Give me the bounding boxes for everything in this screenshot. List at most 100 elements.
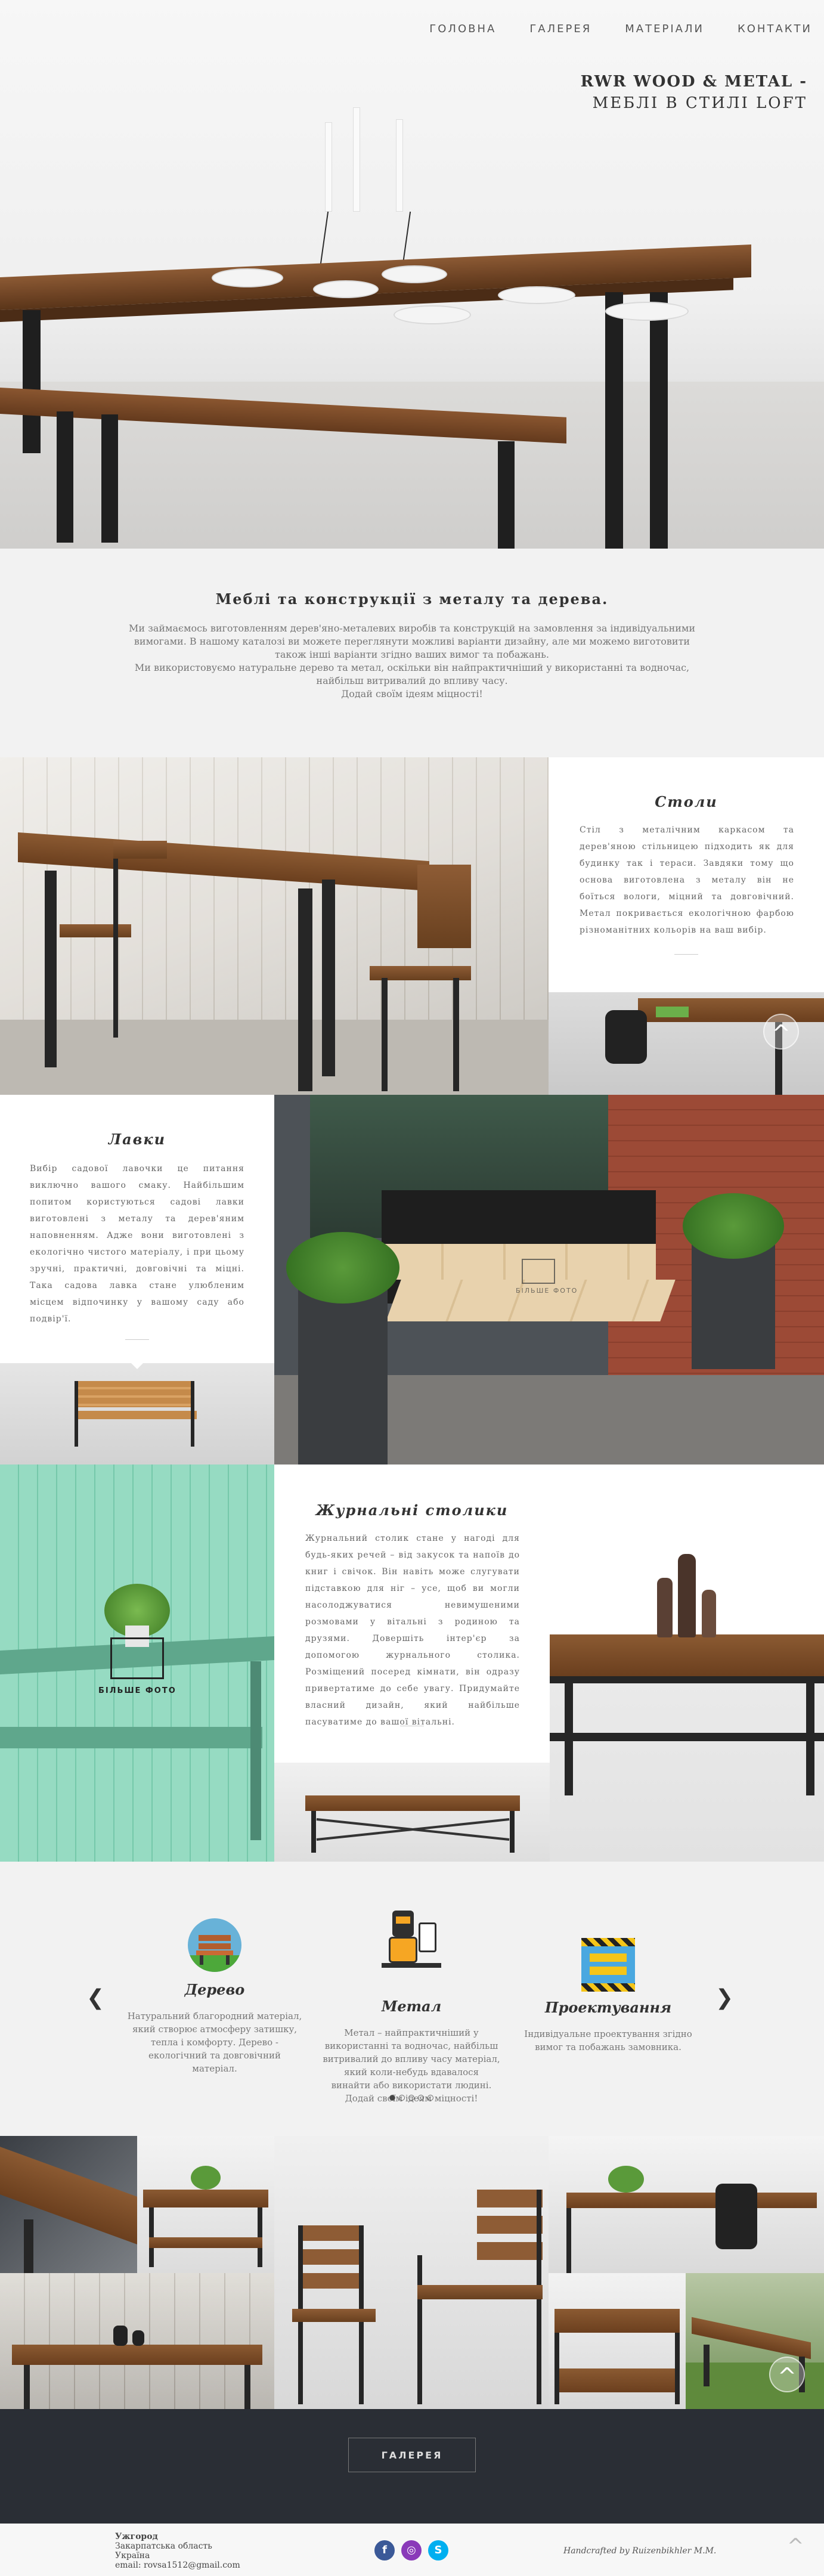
- intro-line: Ми використовуємо натуральне дерево та м…: [134, 662, 690, 673]
- candle: [396, 119, 403, 212]
- carousel-dot[interactable]: [408, 2095, 414, 2101]
- gallery-thumb[interactable]: ^: [686, 2273, 824, 2410]
- hero-title: RWR WOOD & METAL - МЕБЛІ В СТИЛІ LOFT: [581, 73, 807, 112]
- photo-garden-bench[interactable]: БІЛЬШЕ ФОТО: [274, 1095, 824, 1465]
- feature-design-title: Проектування: [544, 1999, 672, 2016]
- nav-materials[interactable]: МАТЕРІАЛИ: [625, 23, 704, 35]
- footer-region: Закарпатська область: [115, 2541, 212, 2551]
- footer-email[interactable]: email: rovsa1512@gmail.com: [115, 2560, 240, 2570]
- bench-leg: [498, 441, 515, 549]
- intro-heading: Меблі та конструкції з металу та дерева.: [215, 590, 609, 608]
- feature-text-line: витривалий до впливу часу матеріал,: [323, 2054, 500, 2064]
- bench-leg: [101, 414, 118, 543]
- feature-text-line: матеріал.: [192, 2063, 237, 2074]
- plate: [394, 305, 471, 324]
- feature-text-line: використанні та водночас, найбільш: [324, 2041, 498, 2051]
- photo-small-bench[interactable]: [0, 1363, 274, 1465]
- scroll-top-button[interactable]: ^: [763, 1014, 799, 1049]
- gallery-icon: [522, 1259, 555, 1284]
- feature-text-line: винайти або використати людині.: [331, 2080, 492, 2091]
- coffee-tables-card: Журнальні столики Журнальний столик стан…: [274, 1465, 550, 1763]
- carousel-dots: [382, 2092, 441, 2103]
- feature-text-line: тепла і комфорту. Дерево -: [151, 2037, 278, 2048]
- tables-card: Столи Стіл з металічним каркасом та дере…: [549, 757, 824, 992]
- gallery-thumb[interactable]: [0, 2273, 274, 2410]
- feature-text-line: вимог та побажань замовника.: [535, 2042, 681, 2052]
- photo-bar-table[interactable]: [0, 757, 549, 1095]
- scroll-top-button[interactable]: ^: [769, 2357, 805, 2392]
- footer-address: Ужгород Закарпатська область Україна ema…: [115, 2532, 240, 2570]
- bench-icon: [188, 1918, 241, 1972]
- instagram-icon[interactable]: ◎: [401, 2540, 422, 2560]
- intro-section: Меблі та конструкції з металу та дерева.…: [0, 549, 824, 757]
- facebook-icon[interactable]: f: [374, 2540, 395, 2560]
- feature-text-line: Метал – найпрактичніший у: [344, 2027, 479, 2038]
- photo-mint-table[interactable]: БІЛЬШЕ ФОТО: [0, 1465, 274, 1862]
- main-nav: ГОЛОВНА ГАЛЕРЕЯ МАТЕРІАЛИ КОНТАКТИ: [429, 23, 812, 35]
- divider: [674, 954, 698, 955]
- nav-contacts[interactable]: КОНТАКТИ: [738, 23, 812, 35]
- feature-text-line: екологічний та довговічний: [148, 2050, 281, 2061]
- feature-metal-title: Метал: [381, 1998, 442, 2015]
- photo-x-bench[interactable]: [274, 1763, 550, 1862]
- gallery-thumb[interactable]: [549, 2136, 824, 2273]
- coffee-tables-card-text: Журнальний столик стане у нагоді для буд…: [305, 1534, 520, 1727]
- footer: Ужгород Закарпатська область Україна ema…: [0, 2524, 824, 2576]
- plate: [498, 286, 575, 304]
- intro-line: Ми займаємось виготовленням дерев'яно-ме…: [128, 623, 696, 634]
- more-photos-label[interactable]: БІЛЬШЕ ФОТО: [98, 1686, 176, 1695]
- hero-title-line2: МЕБЛІ В СТИЛІ LOFT: [592, 94, 807, 112]
- footer-country: Україна: [115, 2551, 150, 2560]
- feature-wood-title: Дерево: [184, 1981, 245, 1998]
- plate: [313, 280, 379, 298]
- skype-icon[interactable]: S: [428, 2540, 448, 2560]
- intro-line: також інші варіанти згідно ваших вимог т…: [275, 649, 549, 660]
- carousel-dot[interactable]: [418, 2095, 424, 2101]
- gallery-thumb[interactable]: [549, 2273, 686, 2410]
- feature-text-line: який створює атмосферу затишку,: [132, 2024, 298, 2035]
- bench-leg: [57, 411, 73, 543]
- nav-gallery[interactable]: ГАЛЕРЕЯ: [529, 23, 591, 35]
- nav-home[interactable]: ГОЛОВНА: [429, 23, 496, 35]
- feature-text-line: який коли-небудь вдавалося: [344, 2067, 479, 2077]
- intro-line: Додай своїм ідеям міцності!: [341, 688, 483, 699]
- carousel-dot[interactable]: [428, 2095, 433, 2101]
- benches-card-text: Вибір садової лавочки це питання виключн…: [30, 1164, 244, 1324]
- benches-card: Лавки Вибір садової лавочки це питання в…: [0, 1095, 274, 1363]
- gallery-thumb[interactable]: [0, 2136, 137, 2273]
- feature-text-line: Натуральний благородний матеріал,: [127, 2011, 302, 2021]
- hero-section: ГОЛОВНА ГАЛЕРЕЯ МАТЕРІАЛИ КОНТАКТИ RWR W…: [0, 0, 824, 549]
- more-photos-watermark: БІЛЬШЕ ФОТО: [516, 1287, 578, 1295]
- candle: [353, 107, 360, 212]
- photo-desk[interactable]: ^: [549, 992, 824, 1095]
- footer-city: Ужгород: [115, 2532, 158, 2541]
- intro-line: вимогами. В нашому каталозі ви можете пе…: [134, 636, 690, 647]
- gallery-thumb[interactable]: [274, 2136, 549, 2410]
- benches-card-title: Лавки: [108, 1131, 166, 1148]
- tables-card-text: Стіл з металічним каркасом та дерев'яною…: [580, 825, 794, 935]
- carousel-dot[interactable]: [389, 2095, 395, 2101]
- carousel-dot[interactable]: [399, 2095, 405, 2101]
- plate: [382, 265, 447, 283]
- coffee-tables-card-title: Журнальні столики: [315, 1501, 509, 1519]
- feature-wood-text: Натуральний благородний матеріал, який с…: [125, 2010, 304, 2075]
- scroll-top-arrow[interactable]: ^: [787, 2534, 804, 2558]
- intro-text: Ми займаємось виготовленням дерев'яно-ме…: [0, 622, 824, 701]
- gallery-button[interactable]: ГАЛЕРЕЯ: [348, 2438, 476, 2472]
- features-section: ❮ ❯ Дерево Натуральний благородний матер…: [0, 1862, 824, 2136]
- gallery-icon: [110, 1637, 164, 1679]
- table-leg: [605, 292, 623, 549]
- table-leg: [650, 292, 668, 549]
- feature-design-text: Індивідуальне проектування згідно вимог …: [513, 2027, 704, 2054]
- feature-text-line: Індивідуальне проектування згідно: [524, 2029, 692, 2039]
- carousel-next-arrow[interactable]: ❯: [715, 1986, 733, 2010]
- divider: [125, 1339, 149, 1340]
- carousel-prev-arrow[interactable]: ❮: [86, 1986, 104, 2010]
- intro-line: найбільш витривалий до впливу часу.: [316, 675, 508, 686]
- hero-title-line1: RWR WOOD & METAL -: [580, 73, 807, 91]
- gallery-thumb[interactable]: [137, 2136, 274, 2273]
- table-leg: [23, 310, 41, 453]
- plate: [605, 302, 689, 321]
- photo-coffee-table[interactable]: [550, 1465, 824, 1862]
- tables-card-title: Столи: [655, 793, 718, 810]
